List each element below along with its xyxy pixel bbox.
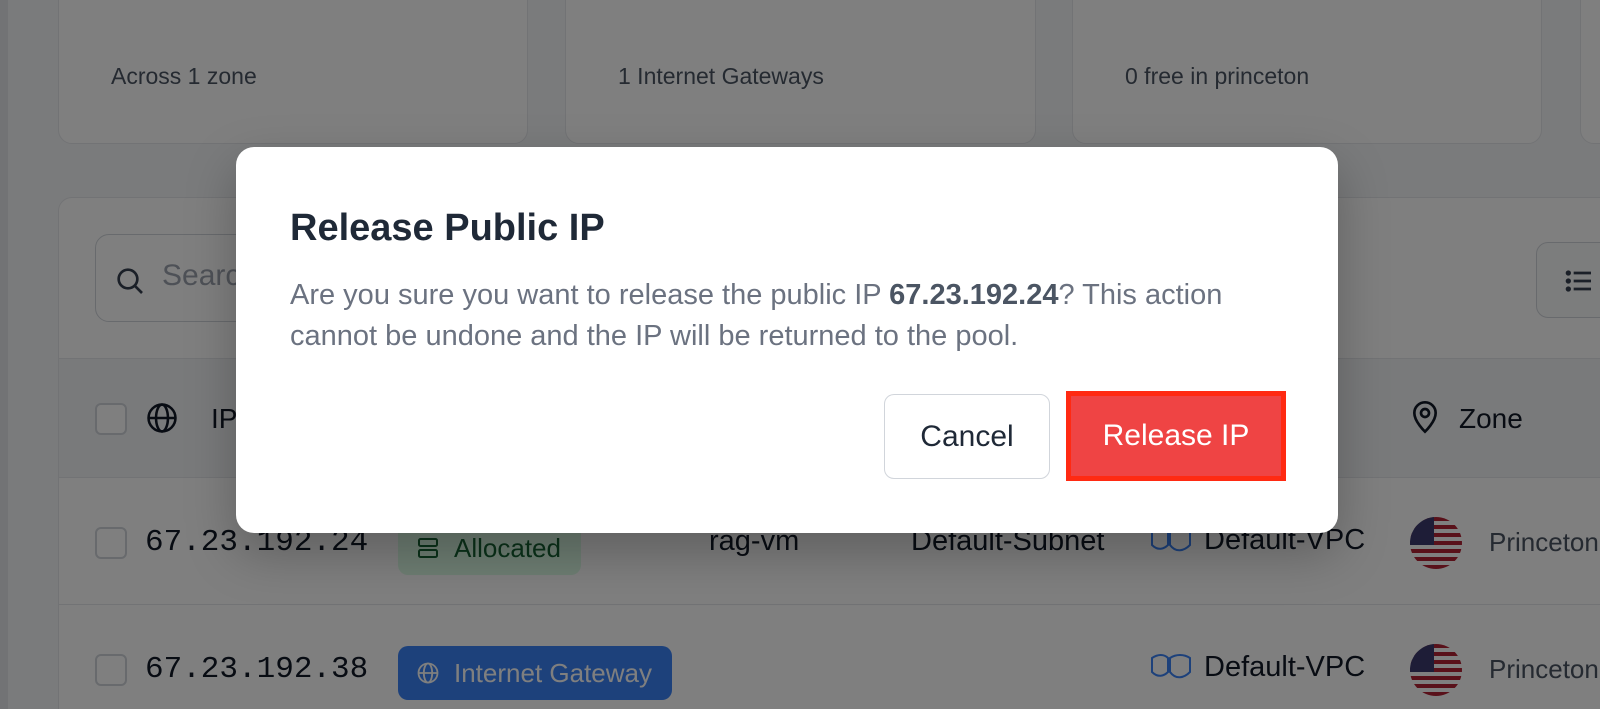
- message-prefix: Are you sure you want to release the pub…: [290, 279, 890, 311]
- message-ip: 67.23.192.24: [889, 279, 1059, 311]
- release-ip-button[interactable]: Release IP: [1066, 391, 1286, 481]
- dialog-title: Release Public IP: [290, 207, 605, 249]
- dialog-message: Are you sure you want to release the pub…: [290, 275, 1290, 357]
- release-ip-dialog: Release Public IP Are you sure you want …: [236, 147, 1338, 533]
- cancel-button[interactable]: Cancel: [884, 394, 1050, 479]
